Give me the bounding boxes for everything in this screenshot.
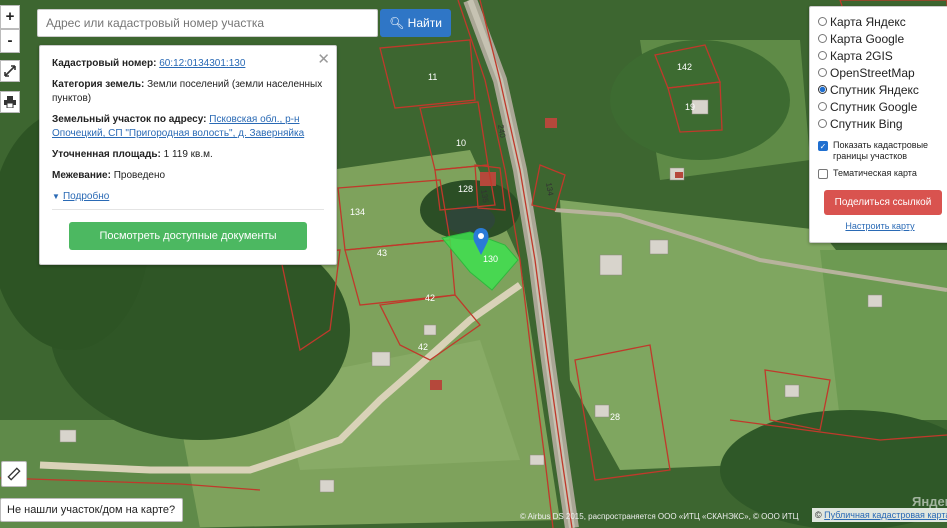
area-row: Уточненная площадь: 1 119 кв.м. — [52, 148, 324, 162]
zoom-out-button[interactable]: - — [0, 29, 20, 53]
more-details-link[interactable]: Подробно — [63, 191, 109, 202]
more-details-row: ▼ Подробно — [52, 190, 324, 210]
ruler-icon — [7, 467, 21, 481]
zoom-in-button[interactable]: + — [0, 5, 20, 29]
thematic-checkbox[interactable] — [818, 169, 828, 179]
thematic-option[interactable]: Тематическая карта — [818, 168, 942, 179]
category-row: Категория земель: Земли поселений (земли… — [52, 78, 324, 106]
layer-radio[interactable] — [818, 85, 827, 94]
layer-radio[interactable] — [818, 34, 827, 43]
layer-option-label: OpenStreetMap — [830, 65, 915, 80]
cadastral-number-link[interactable]: 60:12:0134301:130 — [159, 58, 245, 69]
search-input[interactable] — [37, 9, 378, 37]
category-label: Категория земель: — [52, 79, 145, 90]
layer-option[interactable]: OpenStreetMap — [818, 64, 942, 81]
print-icon — [4, 96, 16, 109]
layer-option[interactable]: Спутник Bing — [818, 115, 942, 132]
layer-option[interactable]: Карта Google — [818, 30, 942, 47]
chevron-down-icon: ▼ — [52, 192, 60, 201]
survey-value: Проведено — [113, 170, 166, 181]
fullscreen-button[interactable] — [0, 60, 20, 82]
area-value: 1 119 кв.м. — [163, 149, 213, 160]
cadastral-row: Кадастровый номер: 60:12:0134301:130 — [52, 57, 324, 71]
cadastral-label: Кадастровый номер: — [52, 58, 157, 69]
address-row: Земельный участок по адресу: Псковская о… — [52, 113, 324, 141]
share-link-button[interactable]: Поделиться ссылкой — [824, 190, 942, 215]
fullscreen-icon — [4, 65, 16, 77]
plot-info-popup: ✕ Кадастровый номер: 60:12:0134301:130 К… — [39, 45, 337, 265]
layer-radio[interactable] — [818, 17, 827, 26]
public-map-attribution: © Публичная кадастровая карта — [812, 508, 947, 522]
plot-number-10: 10 — [456, 138, 466, 148]
plot-number-128: 128 — [458, 184, 473, 194]
configure-map-link[interactable]: Настроить карту — [818, 221, 942, 231]
search-icon: 🔍︎ — [389, 16, 405, 30]
thematic-label: Тематическая карта — [833, 168, 917, 178]
plot-number-19: 19 — [685, 102, 695, 112]
layer-radio[interactable] — [818, 119, 827, 128]
plot-number-28: 28 — [610, 412, 620, 422]
public-map-link[interactable]: Публичная кадастровая карта — [824, 510, 947, 520]
layer-option-label: Спутник Яндекс — [830, 82, 919, 97]
view-documents-button[interactable]: Посмотреть доступные документы — [69, 222, 307, 250]
plot-number-130: 130 — [483, 254, 498, 264]
layer-option-label: Спутник Google — [830, 99, 918, 114]
show-borders-label: Показать кадастровые границы участков — [833, 140, 929, 161]
layer-radio[interactable] — [818, 51, 827, 60]
yandex-logo: Яндекс — [912, 494, 947, 509]
search-button[interactable]: 🔍︎ Найти — [380, 9, 451, 37]
public-map-prefix: © — [815, 510, 822, 520]
layers-panel: Карта Яндекс Карта Google Карта 2GIS OpenSt… — [809, 6, 947, 243]
plot-number-43: 43 — [377, 248, 387, 258]
ruler-button[interactable] — [1, 461, 27, 487]
plot-number-134: 134 — [350, 207, 365, 217]
layer-option[interactable]: Карта 2GIS — [818, 47, 942, 64]
plot-number-142: 142 — [677, 62, 692, 72]
survey-row: Межевание: Проведено — [52, 169, 324, 183]
layer-radio[interactable] — [818, 102, 827, 111]
layer-option-label: Карта Google — [830, 31, 905, 46]
layer-option-label: Карта Яндекс — [830, 14, 906, 29]
plot-number-42b: 42 — [418, 342, 428, 352]
area-label: Уточненная площадь: — [52, 149, 161, 160]
not-found-button[interactable]: Не нашли участок/дом на карте? — [0, 498, 183, 522]
layer-radio[interactable] — [818, 68, 827, 77]
layer-option[interactable]: Спутник Google — [818, 98, 942, 115]
address-label: Земельный участок по адресу: — [52, 114, 207, 125]
layer-option-label: Спутник Bing — [830, 116, 903, 131]
layer-option[interactable]: Карта Яндекс — [818, 13, 942, 30]
plot-number-11: 11 — [428, 72, 437, 82]
layer-option-label: Карта 2GIS — [830, 48, 893, 63]
layer-option[interactable]: Спутник Яндекс — [818, 81, 942, 98]
search-button-label: Найти — [407, 16, 442, 30]
survey-label: Межевание: — [52, 170, 111, 181]
show-borders-checkbox[interactable]: ✓ — [818, 141, 828, 151]
plot-number-42a: 42 — [425, 293, 435, 303]
show-borders-option[interactable]: ✓ Показать кадастровые границы участков — [818, 140, 942, 162]
print-button[interactable] — [0, 91, 20, 113]
close-icon[interactable]: ✕ — [317, 50, 330, 68]
map-attribution: © Airbus DS 2015, распространяется ООО «… — [520, 512, 799, 521]
